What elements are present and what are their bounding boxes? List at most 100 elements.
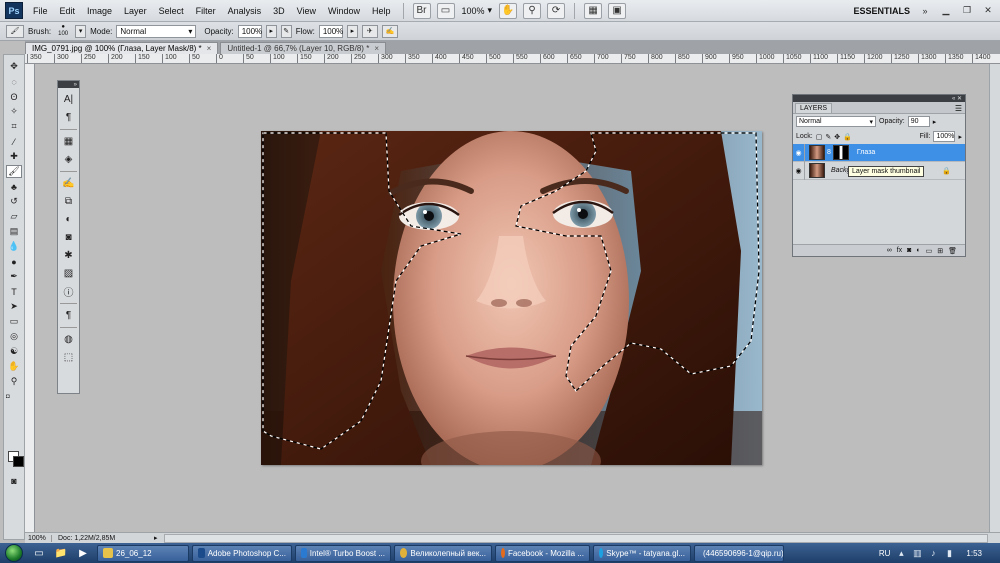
swatches-panel-icon[interactable]: ▦ [60, 134, 77, 148]
3d-panel-icon[interactable]: ✱ [60, 248, 77, 262]
mode-select[interactable]: Normal ▾ [116, 24, 197, 38]
opacity-slider-toggle[interactable]: ▸ [933, 118, 937, 126]
volume-icon[interactable]: ♪ [928, 548, 938, 558]
eyedropper-tool-icon[interactable]: ⁄ [6, 135, 22, 148]
brush-panel-toggle-icon[interactable]: ▾ [75, 24, 87, 38]
task-firefox[interactable]: Facebook - Mozilla ... [495, 544, 590, 562]
crop-tool-icon[interactable]: ⌗ [6, 120, 22, 133]
task-folder[interactable]: 26_06_12 [97, 544, 189, 562]
screen-mode-icon[interactable]: ▣ [608, 2, 627, 19]
menu-edit[interactable]: Edit [54, 0, 82, 22]
quick-mask-icon[interactable]: ◙ [6, 474, 22, 487]
eraser-tool-icon[interactable]: ▱ [6, 210, 22, 223]
menu-image[interactable]: Image [81, 0, 118, 22]
layer-row-glaza[interactable]: ◉ 8 Глаза [793, 143, 965, 162]
character-panel-icon[interactable]: A| [60, 92, 77, 106]
3d-rotate-tool-icon[interactable]: ◎ [6, 330, 22, 343]
add-mask-icon[interactable]: ◙ [907, 247, 911, 254]
gradient-tool-icon[interactable]: ▤ [6, 225, 22, 238]
lock-position-icon[interactable]: ✥ [834, 133, 840, 141]
task-intel-turbo[interactable]: Intel® Turbo Boost ... [295, 544, 391, 562]
airbrush-icon[interactable]: ✈ [361, 24, 378, 38]
menu-view[interactable]: View [291, 0, 322, 22]
lock-image-icon[interactable]: ✎ [825, 133, 831, 141]
panel-menu-icon[interactable]: ☰ [955, 104, 962, 113]
clone-source-panel-icon[interactable]: ⧉ [60, 194, 77, 208]
menu-3d[interactable]: 3D [267, 0, 291, 22]
battery-icon[interactable]: ▮ [944, 548, 954, 558]
pen-tool-icon[interactable]: ✒ [6, 270, 22, 283]
quick-select-tool-icon[interactable]: ✧ [6, 105, 22, 118]
mini-bridge-icon[interactable]: ▭ [436, 2, 455, 19]
status-menu-icon[interactable]: ▸ [154, 534, 158, 542]
tray-expand-icon[interactable]: ▴ [896, 548, 906, 558]
task-qip[interactable]: (446590696-1@qip.ru) [694, 544, 784, 562]
start-button[interactable] [5, 544, 23, 562]
panel-topbar[interactable]: « ✕ [793, 95, 965, 102]
history-brush-tool-icon[interactable]: ↺ [6, 195, 22, 208]
hand-tool-icon[interactable]: ✋ [6, 360, 22, 373]
media-player-icon[interactable]: ▶ [75, 546, 91, 560]
task-chrome[interactable]: Великолепный век... [394, 544, 492, 562]
blur-tool-icon[interactable]: 💧 [6, 240, 22, 253]
zoom-dropdown[interactable]: 100% ▾ [458, 5, 497, 16]
new-group-icon[interactable]: ▭ [926, 247, 933, 255]
brush-tool-preset-icon[interactable]: 🖌 [6, 24, 24, 38]
type-tool-icon[interactable]: T [6, 285, 22, 298]
menu-filter[interactable]: Filter [190, 0, 222, 22]
explorer-icon[interactable]: 📁 [53, 546, 69, 560]
adjustments-panel-icon[interactable]: ◐ [60, 212, 77, 226]
minimize-icon[interactable]: ▁ [937, 4, 955, 18]
path-select-tool-icon[interactable]: ➤ [6, 300, 22, 313]
shape-tool-icon[interactable]: ▭ [6, 315, 22, 328]
menu-file[interactable]: File [27, 0, 54, 22]
chain-link-icon[interactable]: 8 [827, 149, 831, 156]
pressure-size-icon[interactable]: ✍ [381, 24, 398, 38]
menu-select[interactable]: Select [153, 0, 190, 22]
task-photoshop[interactable]: Adobe Photoshop C... [192, 544, 292, 562]
vertical-scrollbar[interactable] [989, 64, 1000, 532]
show-desktop-icon[interactable]: ▭ [31, 546, 47, 560]
bridge-icon[interactable]: Br [412, 2, 431, 19]
default-colors-icon[interactable]: ◘ [6, 390, 22, 403]
lock-all-icon[interactable]: 🔒 [843, 133, 852, 141]
paths-panel-icon[interactable]: ⬚ [60, 350, 77, 364]
move-tool-icon[interactable]: ✥ [6, 60, 22, 73]
brush-size-picker[interactable]: ● 100 [55, 24, 71, 38]
layer-opacity-field[interactable]: 90 [907, 116, 930, 127]
task-skype[interactable]: Skype™ - tatyana.gl... [593, 544, 691, 562]
menu-window[interactable]: Window [322, 0, 366, 22]
navigator-panel-icon[interactable]: ▨ [60, 266, 77, 280]
workspace-chevron-icon[interactable]: » [916, 4, 934, 18]
restore-icon[interactable]: ❐ [958, 4, 976, 18]
doc-size[interactable]: Doc: 1,22M/2,85M [58, 535, 148, 542]
tab-untitled-1[interactable]: Untitled-1 @ 66,7% (Layer 10, RGB/8) * × [220, 42, 386, 54]
lasso-tool-icon[interactable]: ʘ [6, 90, 22, 103]
status-zoom[interactable]: 100% [28, 534, 52, 542]
rotate-icon[interactable]: ⟳ [547, 2, 566, 19]
healing-brush-tool-icon[interactable]: ✚ [6, 150, 22, 163]
info-panel-icon[interactable]: ⓘ [60, 284, 77, 299]
zoom-tool-icon[interactable]: ⚲ [6, 375, 22, 388]
brushes-panel-icon[interactable]: ✍ [60, 176, 77, 190]
layer-style-icon[interactable]: fx [897, 247, 902, 254]
menu-layer[interactable]: Layer [118, 0, 153, 22]
brush-tool-icon[interactable]: 🖌 [6, 165, 22, 178]
opacity-slider-toggle[interactable]: ▸ [265, 24, 277, 38]
zoom-icon[interactable]: ⚲ [523, 2, 542, 19]
language-indicator[interactable]: RU [879, 549, 891, 558]
document-image[interactable] [261, 131, 762, 465]
adjustment-layer-icon[interactable]: ◐ [916, 247, 920, 254]
background-color-swatch[interactable] [13, 456, 24, 467]
flow-slider-toggle[interactable]: ▸ [346, 24, 358, 38]
workspace-switcher[interactable]: ESSENTIALS [847, 6, 916, 16]
tab-layers[interactable]: LAYERS [795, 103, 833, 113]
network-icon[interactable]: ▥ [912, 548, 922, 558]
panel-header[interactable]: » [58, 81, 79, 88]
close-icon[interactable]: × [207, 44, 212, 53]
hand-icon[interactable]: ✋ [499, 2, 518, 19]
layer-mask-thumbnail[interactable] [832, 145, 849, 160]
dodge-tool-icon[interactable]: ● [6, 255, 22, 268]
3d-orbit-tool-icon[interactable]: ☯ [6, 345, 22, 358]
lock-transparency-icon[interactable]: ▢ [816, 133, 823, 141]
